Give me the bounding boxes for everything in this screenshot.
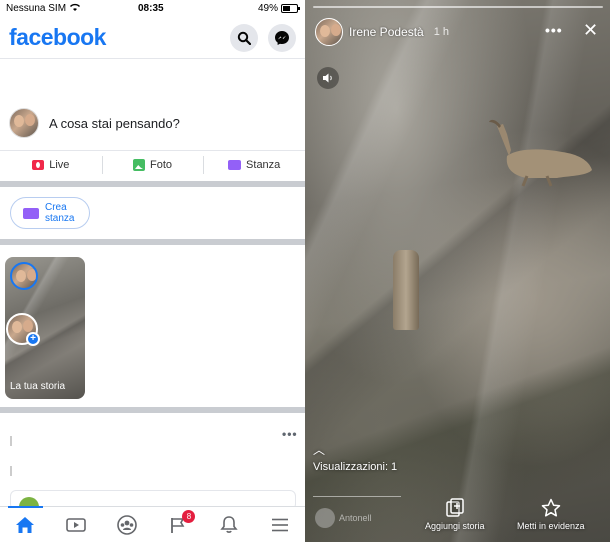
story-user-name[interactable]: Irene Podestà: [349, 25, 424, 39]
tab-watch[interactable]: [51, 507, 102, 542]
wifi-icon: [69, 2, 81, 15]
clock: 08:35: [138, 3, 164, 14]
add-story-avatar[interactable]: +: [6, 313, 40, 346]
story-avatar: [10, 262, 38, 290]
tab-menu[interactable]: [254, 507, 305, 542]
screenshot-composite: Nessuna SIM 08:35 49% facebook A cosa st…: [0, 0, 610, 542]
mute-button[interactable]: [317, 67, 339, 89]
photo-icon: [133, 159, 145, 171]
avatar[interactable]: [9, 108, 39, 138]
section-divider: [0, 181, 305, 187]
highlight-button[interactable]: Metti in evidenza: [517, 498, 585, 531]
viewer-name: Antonell: [339, 513, 372, 523]
live-label: Live: [49, 159, 70, 171]
status-bar: Nessuna SIM 08:35 49%: [0, 0, 305, 18]
create-room-label: Crea stanza: [45, 202, 75, 224]
ibex-figure: [489, 119, 592, 187]
video-icon: [66, 517, 87, 532]
section-divider: [0, 407, 305, 413]
battery-icon: [281, 4, 300, 13]
post-placeholder: [10, 466, 12, 476]
story-timestamp: 1 h: [433, 26, 450, 38]
room-label: Stanza: [246, 159, 281, 171]
post-placeholder: [10, 436, 12, 446]
story-views[interactable]: ︿ Visualizzazioni: 1: [313, 443, 399, 475]
carrier-label: Nessuna SIM: [6, 3, 67, 14]
chevron-up-icon: ︿: [313, 443, 326, 457]
tab-groups[interactable]: [102, 507, 153, 542]
composer-prompt[interactable]: A cosa stai pensando?: [49, 116, 180, 131]
story-header: Irene Podestà 1 h: [315, 17, 449, 47]
avatar[interactable]: [315, 18, 343, 46]
room-icon: [228, 160, 242, 170]
notification-badge: 8: [182, 510, 196, 523]
home-icon: [16, 516, 35, 533]
divider: [313, 496, 401, 497]
messenger-icon: [275, 31, 289, 45]
divider: [0, 150, 305, 151]
live-button[interactable]: Live: [0, 152, 102, 178]
messenger-button[interactable]: [268, 24, 296, 52]
star-icon: [541, 498, 561, 517]
search-icon: [237, 31, 251, 45]
section-divider: [0, 239, 305, 245]
story-viewer-screen: Irene Podestà 1 h ••• ✕ ︿ Visualizzazion…: [305, 0, 610, 542]
room-icon: [23, 207, 39, 219]
bell-icon: [220, 516, 238, 533]
photo-button[interactable]: Foto: [101, 152, 204, 178]
tab-notifications[interactable]: [203, 507, 254, 542]
add-story-label: Aggiungi storia: [425, 521, 485, 531]
tab-home[interactable]: [0, 506, 51, 542]
facebook-feed-screen: Nessuna SIM 08:35 49% facebook A cosa st…: [0, 0, 305, 542]
viewer-item[interactable]: Antonell: [315, 508, 372, 528]
add-story-icon: [446, 498, 464, 517]
add-story-button[interactable]: Aggiungi storia: [425, 498, 485, 531]
groups-icon: [117, 514, 137, 535]
my-story-label: La tua storia: [10, 381, 66, 392]
facebook-logo[interactable]: facebook: [9, 24, 106, 51]
menu-icon: [271, 518, 288, 531]
bottom-tab-bar: 8: [0, 506, 305, 542]
post-composer[interactable]: A cosa stai pensando?: [0, 104, 305, 144]
plus-icon: +: [26, 332, 40, 346]
story-more-icon[interactable]: •••: [545, 22, 563, 38]
divider: [0, 58, 305, 59]
room-button[interactable]: Stanza: [203, 152, 305, 178]
composer-actions: Live Foto Stanza: [0, 152, 305, 178]
views-label: Visualizzazioni: 1: [313, 461, 398, 473]
tree-stump: [393, 250, 419, 330]
search-button[interactable]: [230, 24, 258, 52]
battery-percent: 49%: [258, 3, 279, 14]
more-options-icon[interactable]: •••: [282, 427, 298, 441]
speaker-icon: [323, 73, 332, 83]
live-video-icon: [32, 160, 45, 170]
tab-pages[interactable]: 8: [152, 507, 203, 542]
create-room-button[interactable]: Crea stanza: [10, 197, 90, 229]
highlight-label: Metti in evidenza: [517, 521, 585, 531]
avatar: [315, 508, 335, 528]
photo-label: Foto: [150, 159, 173, 171]
app-header: facebook: [0, 18, 305, 58]
close-icon[interactable]: ✕: [583, 20, 598, 41]
story-progress-bar: [313, 6, 603, 8]
